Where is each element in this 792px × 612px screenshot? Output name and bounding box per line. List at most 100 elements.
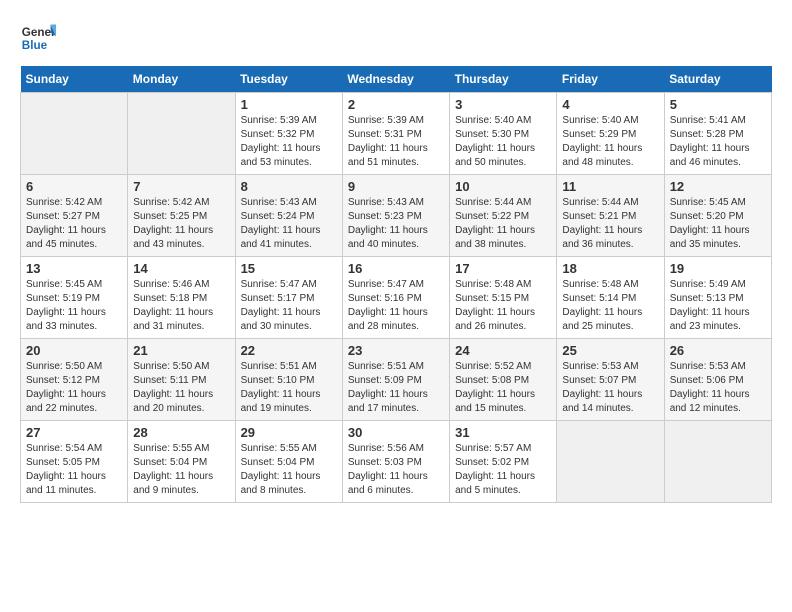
calendar-table: SundayMondayTuesdayWednesdayThursdayFrid… (20, 66, 772, 503)
calendar-cell: 20 Sunrise: 5:50 AMSunset: 5:12 PMDayligh… (21, 339, 128, 421)
weekday-header-wednesday: Wednesday (342, 66, 449, 93)
logo-icon: General Blue (20, 20, 56, 56)
day-info: Sunrise: 5:45 AMSunset: 5:20 PMDaylight:… (670, 196, 766, 252)
day-number: 9 (348, 179, 444, 194)
calendar-cell: 14 Sunrise: 5:46 AMSunset: 5:18 PMDayligh… (128, 257, 235, 339)
weekday-header-thursday: Thursday (450, 66, 557, 93)
day-number: 24 (455, 343, 551, 358)
calendar-cell: 31 Sunrise: 5:57 AMSunset: 5:02 PMDayligh… (450, 421, 557, 503)
day-number: 11 (562, 179, 658, 194)
calendar-cell (557, 421, 664, 503)
day-number: 13 (26, 261, 122, 276)
weekday-header-tuesday: Tuesday (235, 66, 342, 93)
calendar-cell: 3 Sunrise: 5:40 AMSunset: 5:30 PMDaylight… (450, 93, 557, 175)
calendar-cell (21, 93, 128, 175)
day-number: 16 (348, 261, 444, 276)
day-number: 19 (670, 261, 766, 276)
calendar-cell: 15 Sunrise: 5:47 AMSunset: 5:17 PMDayligh… (235, 257, 342, 339)
day-number: 31 (455, 425, 551, 440)
day-number: 1 (241, 97, 337, 112)
day-number: 15 (241, 261, 337, 276)
day-number: 7 (133, 179, 229, 194)
calendar-cell: 8Sunrise: 5:43 AMSunset: 5:24 PMDaylight… (235, 175, 342, 257)
calendar-cell: 7 Sunrise: 5:42 AMSunset: 5:25 PMDaylight… (128, 175, 235, 257)
calendar-cell (128, 93, 235, 175)
day-info: Sunrise: 5:55 AMSunset: 5:04 PMDaylight:… (241, 442, 337, 498)
day-number: 2 (348, 97, 444, 112)
day-info: Sunrise: 5:39 AMSunset: 5:32 PMDaylight:… (241, 114, 337, 170)
calendar-cell: 28Sunrise: 5:55 AMSunset: 5:04 PMDayligh… (128, 421, 235, 503)
day-number: 5 (670, 97, 766, 112)
calendar-cell: 5Sunrise: 5:41 AMSunset: 5:28 PMDaylight… (664, 93, 771, 175)
calendar-cell: 17 Sunrise: 5:48 AMSunset: 5:15 PMDayligh… (450, 257, 557, 339)
day-number: 25 (562, 343, 658, 358)
calendar-cell: 6Sunrise: 5:42 AMSunset: 5:27 PMDaylight… (21, 175, 128, 257)
calendar-week-4: 20 Sunrise: 5:50 AMSunset: 5:12 PMDayligh… (21, 339, 772, 421)
calendar-cell: 2 Sunrise: 5:39 AMSunset: 5:31 PMDaylight… (342, 93, 449, 175)
calendar-cell (664, 421, 771, 503)
day-info: Sunrise: 5:51 AMSunset: 5:09 PMDaylight:… (348, 360, 444, 416)
calendar-week-3: 13 Sunrise: 5:45 AMSunset: 5:19 PMDayligh… (21, 257, 772, 339)
calendar-cell: 18 Sunrise: 5:48 AMSunset: 5:14 PMDayligh… (557, 257, 664, 339)
day-number: 20 (26, 343, 122, 358)
day-number: 17 (455, 261, 551, 276)
weekday-header-row: SundayMondayTuesdayWednesdayThursdayFrid… (21, 66, 772, 93)
calendar-cell: 21Sunrise: 5:50 AMSunset: 5:11 PMDayligh… (128, 339, 235, 421)
day-info: Sunrise: 5:43 AMSunset: 5:23 PMDaylight:… (348, 196, 444, 252)
calendar-cell: 16 Sunrise: 5:47 AMSunset: 5:16 PMDayligh… (342, 257, 449, 339)
calendar-cell: 11 Sunrise: 5:44 AMSunset: 5:21 PMDayligh… (557, 175, 664, 257)
day-number: 18 (562, 261, 658, 276)
day-info: Sunrise: 5:44 AMSunset: 5:22 PMDaylight:… (455, 196, 551, 252)
day-info: Sunrise: 5:44 AMSunset: 5:21 PMDaylight:… (562, 196, 658, 252)
day-number: 22 (241, 343, 337, 358)
day-info: Sunrise: 5:48 AMSunset: 5:14 PMDaylight:… (562, 278, 658, 334)
calendar-week-1: 1 Sunrise: 5:39 AMSunset: 5:32 PMDaylight… (21, 93, 772, 175)
day-info: Sunrise: 5:48 AMSunset: 5:15 PMDaylight:… (455, 278, 551, 334)
calendar-cell: 22 Sunrise: 5:51 AMSunset: 5:10 PMDayligh… (235, 339, 342, 421)
day-number: 26 (670, 343, 766, 358)
day-info: Sunrise: 5:54 AMSunset: 5:05 PMDaylight:… (26, 442, 122, 498)
day-number: 3 (455, 97, 551, 112)
weekday-header-saturday: Saturday (664, 66, 771, 93)
day-number: 4 (562, 97, 658, 112)
calendar-cell: 26Sunrise: 5:53 AMSunset: 5:06 PMDayligh… (664, 339, 771, 421)
day-number: 30 (348, 425, 444, 440)
calendar-cell: 19 Sunrise: 5:49 AMSunset: 5:13 PMDayligh… (664, 257, 771, 339)
calendar-week-5: 27Sunrise: 5:54 AMSunset: 5:05 PMDayligh… (21, 421, 772, 503)
day-info: Sunrise: 5:50 AMSunset: 5:11 PMDaylight:… (133, 360, 229, 416)
day-info: Sunrise: 5:52 AMSunset: 5:08 PMDaylight:… (455, 360, 551, 416)
page-header: General Blue (20, 20, 772, 56)
day-number: 12 (670, 179, 766, 194)
day-info: Sunrise: 5:47 AMSunset: 5:17 PMDaylight:… (241, 278, 337, 334)
day-info: Sunrise: 5:51 AMSunset: 5:10 PMDaylight:… (241, 360, 337, 416)
weekday-header-monday: Monday (128, 66, 235, 93)
calendar-cell: 12 Sunrise: 5:45 AMSunset: 5:20 PMDayligh… (664, 175, 771, 257)
day-info: Sunrise: 5:40 AMSunset: 5:29 PMDaylight:… (562, 114, 658, 170)
day-number: 10 (455, 179, 551, 194)
calendar-cell: 9 Sunrise: 5:43 AMSunset: 5:23 PMDaylight… (342, 175, 449, 257)
day-info: Sunrise: 5:45 AMSunset: 5:19 PMDaylight:… (26, 278, 122, 334)
day-info: Sunrise: 5:50 AMSunset: 5:12 PMDaylight:… (26, 360, 122, 416)
day-info: Sunrise: 5:42 AMSunset: 5:25 PMDaylight:… (133, 196, 229, 252)
day-number: 8 (241, 179, 337, 194)
day-info: Sunrise: 5:53 AMSunset: 5:07 PMDaylight:… (562, 360, 658, 416)
calendar-cell: 30 Sunrise: 5:56 AMSunset: 5:03 PMDayligh… (342, 421, 449, 503)
day-number: 14 (133, 261, 229, 276)
calendar-cell: 4 Sunrise: 5:40 AMSunset: 5:29 PMDaylight… (557, 93, 664, 175)
calendar-cell: 1 Sunrise: 5:39 AMSunset: 5:32 PMDaylight… (235, 93, 342, 175)
day-number: 23 (348, 343, 444, 358)
day-info: Sunrise: 5:47 AMSunset: 5:16 PMDaylight:… (348, 278, 444, 334)
day-info: Sunrise: 5:55 AMSunset: 5:04 PMDaylight:… (133, 442, 229, 498)
calendar-cell: 13 Sunrise: 5:45 AMSunset: 5:19 PMDayligh… (21, 257, 128, 339)
day-number: 29 (241, 425, 337, 440)
day-info: Sunrise: 5:49 AMSunset: 5:13 PMDaylight:… (670, 278, 766, 334)
svg-text:Blue: Blue (22, 39, 48, 52)
day-info: Sunrise: 5:39 AMSunset: 5:31 PMDaylight:… (348, 114, 444, 170)
weekday-header-sunday: Sunday (21, 66, 128, 93)
day-info: Sunrise: 5:56 AMSunset: 5:03 PMDaylight:… (348, 442, 444, 498)
day-info: Sunrise: 5:40 AMSunset: 5:30 PMDaylight:… (455, 114, 551, 170)
calendar-cell: 27Sunrise: 5:54 AMSunset: 5:05 PMDayligh… (21, 421, 128, 503)
day-info: Sunrise: 5:46 AMSunset: 5:18 PMDaylight:… (133, 278, 229, 334)
day-info: Sunrise: 5:57 AMSunset: 5:02 PMDaylight:… (455, 442, 551, 498)
calendar-cell: 23 Sunrise: 5:51 AMSunset: 5:09 PMDayligh… (342, 339, 449, 421)
